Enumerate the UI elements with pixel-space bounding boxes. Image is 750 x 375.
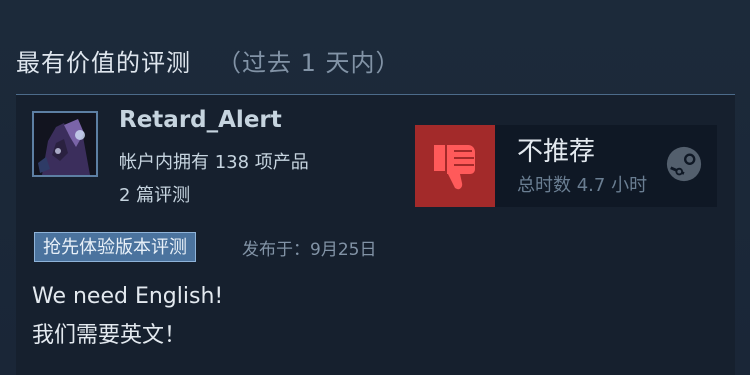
playtime-hours: 总时数 4.7 小时	[517, 175, 648, 196]
section-range: （过去 1 天内）	[217, 48, 401, 77]
products-owned[interactable]: 帐户内拥有 138 项产品	[119, 148, 309, 174]
section-title: 最有价值的评测	[16, 48, 191, 77]
avatar-image	[34, 113, 96, 175]
review-count[interactable]: 2 篇评测	[119, 181, 190, 207]
section-header: 最有价值的评测 （过去 1 天内）	[16, 40, 401, 80]
review-body-line: We need English!	[32, 284, 224, 309]
thumbs-down-icon	[434, 145, 475, 190]
avatar[interactable]	[32, 111, 98, 177]
vote-label: 不推荐	[517, 137, 596, 167]
vote-icon-box	[415, 125, 495, 207]
reviewer-name[interactable]: Retard_Alert	[119, 107, 282, 133]
review-body-line: 我们需要英文！	[32, 323, 187, 348]
vote-summary[interactable]: 不推荐 总时数 4.7 小时	[415, 125, 717, 207]
reviews-page: 最有价值的评测 （过去 1 天内） Retard_Alert 帐户内拥有 138…	[0, 0, 750, 375]
vote-text: 不推荐 总时数 4.7 小时	[495, 125, 717, 207]
early-access-badge: 抢先体验版本评测	[34, 232, 196, 262]
review-card: Retard_Alert 帐户内拥有 138 项产品 2 篇评测 不推荐 总时数…	[16, 94, 735, 375]
steam-logo-icon	[666, 146, 702, 182]
posted-date: 发布于：9月25日	[242, 240, 377, 260]
